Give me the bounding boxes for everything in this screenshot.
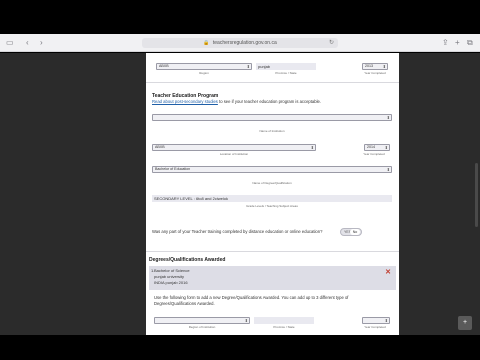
- floating-add-button[interactable]: +: [458, 316, 472, 330]
- chevron-down-icon: ⬍: [382, 64, 386, 69]
- chevron-down-icon: ⬍: [384, 318, 388, 323]
- browser-toolbar: ▭ ‹ › 🔒 teachersregulation.gov.on.ca ↻ ⇪…: [0, 34, 480, 52]
- teacher-ed-year-value: 2014: [367, 145, 375, 149]
- degrees-instructions: Use the following form to add a new Degr…: [154, 295, 349, 306]
- region-select-value: ABXB: [159, 64, 169, 68]
- chevron-down-icon: ⬍: [384, 145, 388, 150]
- location-select[interactable]: ABXB ⬍: [152, 144, 316, 151]
- delete-icon[interactable]: ✕: [385, 268, 391, 276]
- lock-icon: 🔒: [203, 40, 210, 46]
- new-degree-year-select[interactable]: ⬍: [362, 317, 390, 324]
- new-degree-province-caption: Province / State: [273, 325, 295, 329]
- new-degree-province-input[interactable]: [254, 317, 314, 324]
- tabs-icon[interactable]: ⧉: [467, 38, 473, 48]
- reload-icon[interactable]: ↻: [329, 38, 334, 48]
- distance-toggle[interactable]: YES No: [340, 228, 362, 236]
- year-select[interactable]: 2013 ⬍: [362, 63, 388, 70]
- degree-caption: Name of Degree/Qualification: [252, 181, 292, 185]
- degree-select-value: Bachelor of Education: [155, 167, 191, 171]
- divider: [146, 251, 399, 252]
- degree-entry-title: Bachelor of Science: [154, 268, 190, 273]
- location-caption: Location of Institution: [219, 152, 249, 156]
- year-caption: Year Completed: [364, 71, 386, 75]
- grade-levels-caption: Grade Levels / Teaching Subject Areas: [246, 204, 298, 208]
- sidebar-icon[interactable]: ▭: [6, 38, 14, 48]
- teacher-ed-year-select[interactable]: 2014 ⬍: [364, 144, 390, 151]
- distance-question: Was any part of your Teacher training co…: [152, 229, 323, 234]
- location-select-value: ABXB: [155, 145, 165, 149]
- province-input[interactable]: punjab: [256, 63, 316, 70]
- new-degree-region-select[interactable]: ⬍: [154, 317, 250, 324]
- chevron-down-icon: ⬍: [244, 318, 248, 323]
- divider: [146, 82, 399, 83]
- region-select[interactable]: ABXB ⬍: [156, 63, 252, 70]
- share-icon[interactable]: ⇪: [442, 38, 449, 48]
- chevron-down-icon: ⬍: [386, 167, 390, 172]
- chevron-left-icon[interactable]: ‹: [26, 38, 29, 48]
- degree-entry[interactable]: 1. Bachelor of Science punjab university…: [149, 266, 396, 290]
- new-degree-year-caption: Year Completed: [364, 325, 386, 329]
- chevron-down-icon: ⬍: [310, 145, 314, 150]
- degree-entry-location: INDIA punjab 2016: [154, 280, 188, 285]
- year-select-value: 2013: [365, 64, 373, 68]
- region-caption: Region: [199, 71, 209, 75]
- intro-suffix: to see if your teacher education program…: [217, 99, 322, 104]
- chevron-down-icon: ⬍: [386, 115, 390, 120]
- chevron-right-icon[interactable]: ›: [40, 38, 43, 48]
- institution-select[interactable]: ⬍: [152, 114, 392, 121]
- post-secondary-link[interactable]: Read about post-secondary studies: [152, 99, 218, 104]
- application-form: ABXB ⬍ punjab 2013 ⬍ Region Province / Sta…: [146, 53, 399, 335]
- grade-levels-input[interactable]: SECONDARY LEVEL : 6to8 and 2ciwelok: [152, 195, 392, 202]
- degrees-title: Degrees/Qualifications Awarded: [149, 257, 226, 263]
- address-bar[interactable]: 🔒 teachersregulation.gov.on.ca ↻: [142, 38, 338, 48]
- teacher-ed-year-caption: Year Completed: [363, 152, 385, 156]
- web-page: ABXB ⬍ punjab 2013 ⬍ Region Province / Sta…: [0, 53, 480, 335]
- url-text: teachersregulation.gov.on.ca: [212, 40, 277, 46]
- toggle-no-label: No: [350, 229, 360, 235]
- scrollbar-thumb[interactable]: [475, 163, 478, 227]
- new-degree-region-caption: Region of Institution: [188, 325, 216, 329]
- chevron-down-icon: ⬍: [246, 64, 250, 69]
- province-caption: Province / State: [275, 71, 297, 75]
- institution-caption: Name of Institution: [259, 129, 285, 133]
- intro-text: Read about post-secondary studies to see…: [152, 99, 321, 104]
- new-tab-icon[interactable]: +: [455, 38, 460, 48]
- degree-select[interactable]: Bachelor of Education ⬍: [152, 166, 392, 173]
- degree-entry-university: punjab university: [154, 274, 185, 279]
